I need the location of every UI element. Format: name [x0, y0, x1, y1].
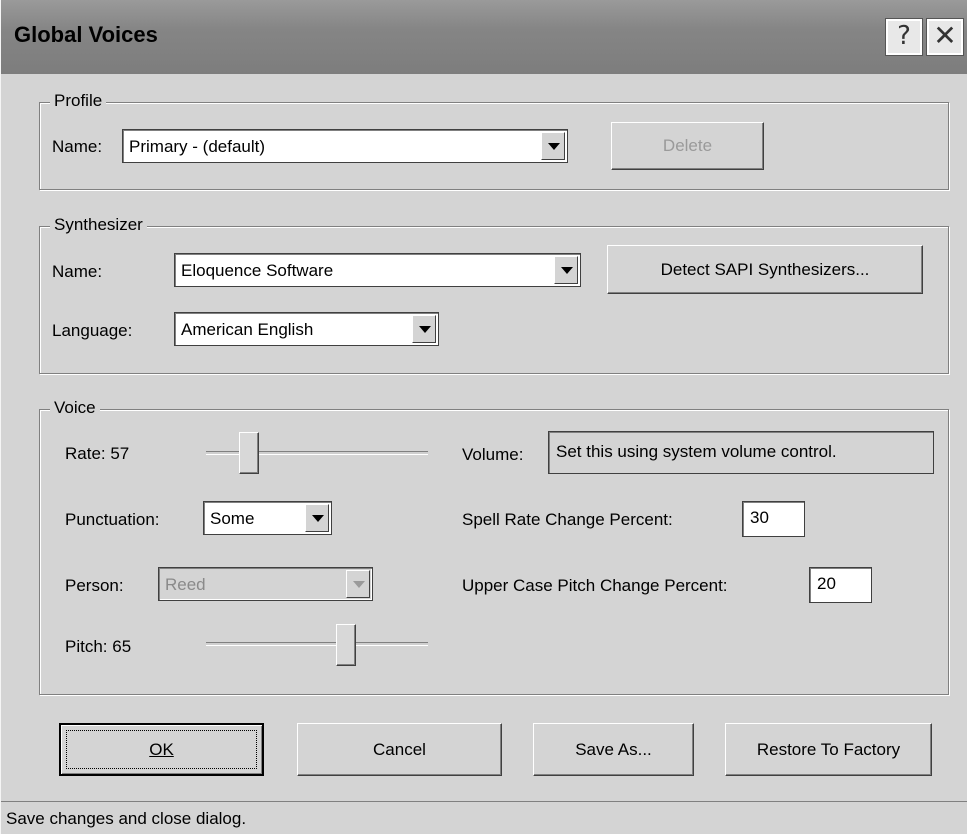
- spell-rate-label: Spell Rate Change Percent:: [462, 510, 673, 529]
- ok-button[interactable]: OK: [59, 723, 264, 776]
- volume-label: Volume:: [462, 445, 524, 464]
- window-title: Global Voices: [14, 22, 158, 47]
- cancel-button[interactable]: Cancel: [297, 723, 502, 776]
- voice-group-label: Voice: [50, 398, 100, 418]
- detect-sapi-synthesizers-button[interactable]: Detect SAPI Synthesizers...: [607, 245, 923, 294]
- pitch-slider-track[interactable]: [206, 642, 428, 646]
- spell-rate-input[interactable]: 30: [742, 501, 805, 537]
- rate-label: Rate: 57: [65, 444, 130, 463]
- rate-slider-thumb[interactable]: [239, 432, 259, 474]
- restore-to-factory-button-label: Restore To Factory: [756, 739, 901, 759]
- profile-group-label: Profile: [50, 91, 107, 111]
- help-button[interactable]: ?: [885, 18, 923, 56]
- detect-sapi-synthesizers-label: Detect SAPI Synthesizers...: [660, 259, 870, 279]
- pitch-slider-thumb[interactable]: [336, 624, 356, 666]
- person-dropdown[interactable]: Reed: [158, 567, 373, 601]
- save-as-button-label: Save As...: [575, 739, 652, 759]
- delete-button[interactable]: Delete: [611, 122, 764, 170]
- status-text: Save changes and close dialog.: [6, 809, 247, 828]
- chevron-down-icon[interactable]: [346, 570, 370, 598]
- close-icon: ✕: [933, 19, 957, 52]
- language-label: Language:: [52, 321, 133, 340]
- punctuation-dropdown[interactable]: Some: [203, 501, 332, 535]
- chevron-down-icon[interactable]: [305, 504, 329, 532]
- spell-rate-value: 30: [750, 508, 769, 527]
- language-dropdown[interactable]: American English: [174, 312, 439, 346]
- upper-case-pitch-label: Upper Case Pitch Change Percent:: [462, 576, 728, 595]
- pitch-label: Pitch: 65: [65, 637, 132, 656]
- punctuation-label: Punctuation:: [65, 510, 160, 529]
- profile-name-label: Name:: [52, 137, 103, 156]
- upper-case-pitch-value: 20: [817, 574, 836, 593]
- volume-info-text: Set this using system volume control.: [556, 442, 837, 461]
- restore-to-factory-button[interactable]: Restore To Factory: [725, 723, 932, 776]
- punctuation-value: Some: [210, 509, 255, 528]
- chevron-down-icon[interactable]: [412, 315, 436, 343]
- language-value: American English: [181, 320, 314, 339]
- volume-info-field: Set this using system volume control.: [548, 431, 934, 474]
- synthesizer-name-value: Eloquence Software: [181, 261, 334, 280]
- help-icon: ?: [897, 21, 911, 51]
- cancel-button-label: Cancel: [373, 739, 426, 759]
- chevron-down-icon[interactable]: [554, 256, 578, 284]
- person-label: Person:: [65, 576, 124, 595]
- save-as-button[interactable]: Save As...: [533, 723, 694, 776]
- delete-button-label: Delete: [662, 136, 713, 155]
- synthesizer-name-label: Name:: [52, 262, 103, 281]
- close-button[interactable]: ✕: [926, 18, 964, 56]
- profile-name-value: Primary - (default): [129, 137, 266, 156]
- person-value: Reed: [165, 575, 206, 594]
- global-voices-dialog: Global Voices ? ✕ Profile Name: Primary …: [0, 0, 967, 834]
- chevron-down-icon[interactable]: [541, 132, 565, 160]
- synthesizer-name-dropdown[interactable]: Eloquence Software: [174, 253, 581, 287]
- profile-name-dropdown[interactable]: Primary - (default): [122, 129, 568, 163]
- synthesizer-group-label: Synthesizer: [50, 215, 147, 235]
- focus-rect: [66, 730, 257, 769]
- upper-case-pitch-input[interactable]: 20: [809, 567, 872, 603]
- title-bar[interactable]: Global Voices ? ✕: [1, 0, 967, 74]
- status-bar: Save changes and close dialog.: [1, 801, 967, 834]
